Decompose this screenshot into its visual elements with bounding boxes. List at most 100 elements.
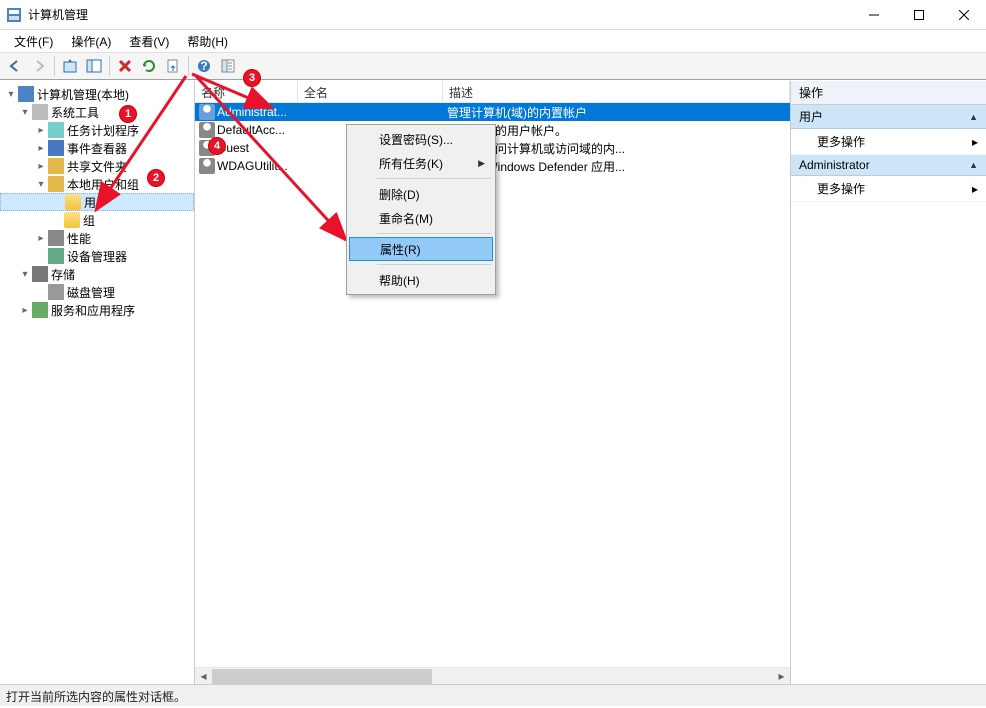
submenu-icon: ▸ bbox=[972, 135, 978, 149]
storage-icon bbox=[32, 266, 48, 282]
show-hide-tree-button[interactable] bbox=[83, 55, 105, 77]
tree-pane[interactable]: ▾ 计算机管理(本地) ▾ 系统工具 ▸ bbox=[0, 81, 195, 684]
svg-text:?: ? bbox=[200, 59, 207, 73]
performance-icon bbox=[48, 230, 64, 246]
menu-file[interactable]: 文件(F) bbox=[6, 31, 61, 52]
tools-icon bbox=[32, 104, 48, 120]
cell-name: DefaultAcc... bbox=[217, 123, 285, 137]
expand-icon: · bbox=[34, 251, 48, 262]
user-disabled-icon bbox=[199, 158, 215, 174]
tree-label: 计算机管理(本地) bbox=[37, 86, 129, 103]
section-label: Administrator bbox=[799, 158, 870, 172]
expand-icon[interactable]: ▸ bbox=[34, 125, 48, 136]
help-button[interactable]: ? bbox=[193, 55, 215, 77]
export-button[interactable] bbox=[162, 55, 184, 77]
expand-icon[interactable]: ▾ bbox=[18, 269, 32, 280]
up-button[interactable] bbox=[59, 55, 81, 77]
toolbar-separator bbox=[188, 56, 189, 76]
toolbar-separator bbox=[54, 56, 55, 76]
toolbar-separator bbox=[109, 56, 110, 76]
action-label: 更多操作 bbox=[817, 180, 865, 197]
column-name[interactable]: 名称 bbox=[195, 81, 298, 102]
tree-label: 存储 bbox=[51, 266, 75, 283]
menu-label: 所有任务(K) bbox=[379, 155, 443, 172]
tree-label: 本地用户和组 bbox=[67, 176, 139, 193]
tree-disk-management[interactable]: · 磁盘管理 bbox=[0, 283, 194, 301]
expand-icon[interactable]: ▾ bbox=[34, 179, 48, 190]
tree-groups[interactable]: · 组 bbox=[0, 211, 194, 229]
folder-icon bbox=[64, 212, 80, 228]
expand-icon[interactable]: ▾ bbox=[18, 107, 32, 118]
menu-separator bbox=[377, 178, 491, 179]
list-row-administrator[interactable]: Administrat... 管理计算机(域)的内置帐户 bbox=[195, 103, 790, 121]
actions-more-admin[interactable]: 更多操作 ▸ bbox=[791, 176, 986, 202]
tree-label: 事件查看器 bbox=[67, 140, 127, 157]
actions-more-users[interactable]: 更多操作 ▸ bbox=[791, 129, 986, 155]
column-description[interactable]: 描述 bbox=[443, 81, 790, 102]
app-icon bbox=[6, 7, 22, 23]
tree-event-viewer[interactable]: ▸ 事件查看器 bbox=[0, 139, 194, 157]
close-button[interactable] bbox=[941, 0, 986, 29]
actions-section-administrator[interactable]: Administrator ▲ bbox=[791, 155, 986, 176]
status-text: 打开当前所选内容的属性对话框。 bbox=[6, 690, 186, 704]
tree-label: 任务计划程序 bbox=[67, 122, 139, 139]
menu-properties[interactable]: 属性(R) bbox=[349, 237, 493, 261]
event-icon bbox=[48, 140, 64, 156]
expand-icon[interactable]: ▸ bbox=[34, 233, 48, 244]
folder-icon bbox=[65, 194, 81, 210]
tree-label: 性能 bbox=[67, 230, 91, 247]
menu-action[interactable]: 操作(A) bbox=[63, 31, 119, 52]
column-fullname[interactable]: 全名 bbox=[298, 81, 443, 102]
expand-icon: · bbox=[34, 287, 48, 298]
tree-users[interactable]: · 用户 bbox=[0, 193, 194, 211]
back-button[interactable] bbox=[4, 55, 26, 77]
cell-name: Administrat... bbox=[217, 105, 287, 119]
horizontal-scrollbar[interactable]: ◂ ▸ bbox=[195, 667, 790, 684]
tree-shared-folders[interactable]: ▸ 共享文件夹 bbox=[0, 157, 194, 175]
cell-name: Guest bbox=[217, 141, 249, 155]
delete-button[interactable] bbox=[114, 55, 136, 77]
minimize-button[interactable] bbox=[851, 0, 896, 29]
actions-section-users[interactable]: 用户 ▲ bbox=[791, 105, 986, 129]
collapse-icon: ▲ bbox=[969, 160, 978, 170]
section-label: 用户 bbox=[799, 108, 823, 125]
scroll-thumb[interactable] bbox=[212, 669, 432, 684]
tree-storage[interactable]: ▾ 存储 bbox=[0, 265, 194, 283]
context-menu: 设置密码(S)... 所有任务(K) ▶ 删除(D) 重命名(M) 属性(R) … bbox=[346, 124, 496, 295]
forward-button[interactable] bbox=[28, 55, 50, 77]
expand-icon: · bbox=[51, 197, 65, 208]
tree-label: 共享文件夹 bbox=[67, 158, 127, 175]
refresh-button[interactable] bbox=[138, 55, 160, 77]
tree-system-tools[interactable]: ▾ 系统工具 bbox=[0, 103, 194, 121]
menu-help[interactable]: 帮助(H) bbox=[349, 268, 493, 292]
submenu-icon: ▶ bbox=[478, 158, 485, 169]
expand-icon[interactable]: ▸ bbox=[34, 143, 48, 154]
scheduler-icon bbox=[48, 122, 64, 138]
properties-button[interactable] bbox=[217, 55, 239, 77]
tree-root[interactable]: ▾ 计算机管理(本地) bbox=[0, 85, 194, 103]
list-header: 名称 全名 描述 bbox=[195, 81, 790, 103]
maximize-button[interactable] bbox=[896, 0, 941, 29]
titlebar: 计算机管理 bbox=[0, 0, 986, 30]
console-tree: ▾ 计算机管理(本地) ▾ 系统工具 ▸ bbox=[0, 85, 194, 319]
tree-task-scheduler[interactable]: ▸ 任务计划程序 bbox=[0, 121, 194, 139]
tree-label: 用户 bbox=[84, 194, 108, 211]
menu-view[interactable]: 查看(V) bbox=[121, 31, 177, 52]
expand-icon: · bbox=[50, 215, 64, 226]
menu-rename[interactable]: 重命名(M) bbox=[349, 206, 493, 230]
scroll-right-button[interactable]: ▸ bbox=[773, 668, 790, 685]
expand-icon[interactable]: ▾ bbox=[4, 89, 18, 100]
tree-services-apps[interactable]: ▸ 服务和应用程序 bbox=[0, 301, 194, 319]
expand-icon[interactable]: ▸ bbox=[18, 305, 32, 316]
tree-performance[interactable]: ▸ 性能 bbox=[0, 229, 194, 247]
menu-delete[interactable]: 删除(D) bbox=[349, 182, 493, 206]
expand-icon[interactable]: ▸ bbox=[34, 161, 48, 172]
menu-set-password[interactable]: 设置密码(S)... bbox=[349, 127, 493, 151]
menu-help[interactable]: 帮助(H) bbox=[179, 31, 236, 52]
menubar: 文件(F) 操作(A) 查看(V) 帮助(H) bbox=[0, 30, 986, 52]
tree-local-users-groups[interactable]: ▾ 本地用户和组 bbox=[0, 175, 194, 193]
menu-all-tasks[interactable]: 所有任务(K) ▶ bbox=[349, 151, 493, 175]
window-title: 计算机管理 bbox=[28, 6, 851, 23]
scroll-left-button[interactable]: ◂ bbox=[195, 668, 212, 685]
tree-device-manager[interactable]: · 设备管理器 bbox=[0, 247, 194, 265]
